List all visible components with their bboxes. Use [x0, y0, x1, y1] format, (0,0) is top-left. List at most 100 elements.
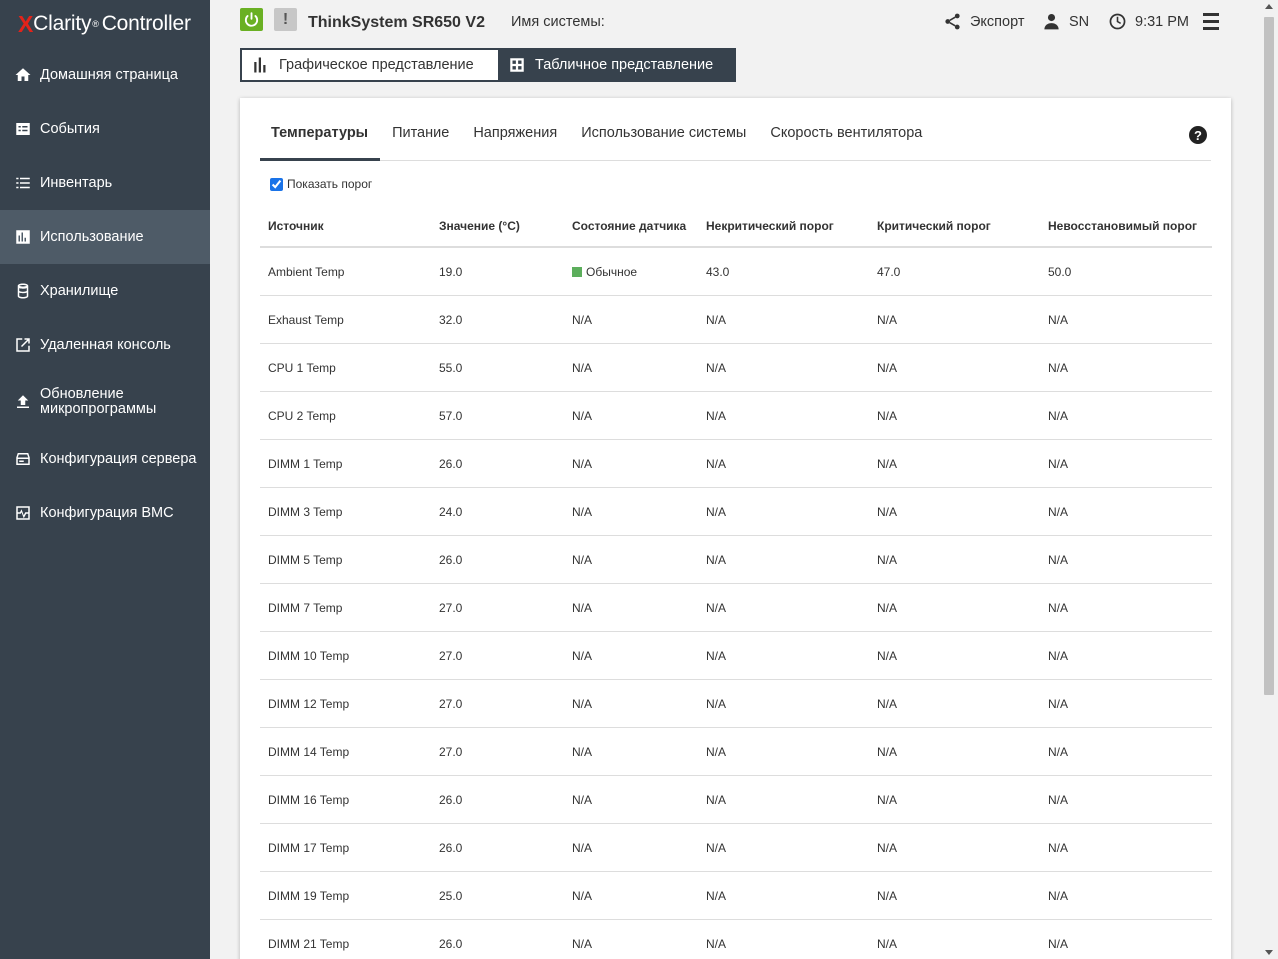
- cell-critical: N/A: [869, 409, 1040, 423]
- sidebar-item-label: Хранилище: [40, 282, 119, 299]
- sidebar-item-utilization[interactable]: Использование: [0, 210, 210, 264]
- table-header-row: Источник Значение (°C) Состояние датчика…: [260, 205, 1212, 248]
- tab-voltages[interactable]: Напряжения: [461, 116, 569, 161]
- sidebar-item-events[interactable]: События: [0, 102, 210, 156]
- table-row: Ambient Temp 19.0 Обычное 43.0 47.0 50.0: [260, 248, 1212, 296]
- cell-text: N/A: [706, 360, 727, 375]
- cell-text: 32.0: [439, 312, 463, 327]
- cell-text: N/A: [572, 792, 593, 807]
- cell-text: N/A: [706, 600, 727, 615]
- sidebar-item-server-config[interactable]: Конфигурация сервера: [0, 432, 210, 486]
- sidebar-nav: Домашняя страница События Инвентарь Испо…: [0, 48, 210, 540]
- table-row: DIMM 1 Temp 26.0 N/A N/A N/A N/A: [260, 440, 1212, 488]
- column-header-nonrecoverable[interactable]: Невосстановимый порог: [1040, 219, 1212, 233]
- help-icon[interactable]: ?: [1189, 126, 1207, 144]
- cell-text: N/A: [572, 360, 593, 375]
- scroll-down-arrow-icon[interactable]: [1265, 950, 1273, 955]
- cell-sensor-state: N/A: [564, 313, 698, 327]
- cell-noncritical: N/A: [698, 697, 869, 711]
- column-header-source[interactable]: Источник: [260, 219, 431, 233]
- show-threshold-option[interactable]: Показать порог: [270, 177, 372, 191]
- sidebar-item-label: Удаленная консоль: [40, 336, 171, 353]
- cell-text: N/A: [877, 696, 898, 711]
- cell-text: 57.0: [439, 408, 463, 423]
- logo-trademark: ®: [92, 19, 99, 29]
- table-row: CPU 1 Temp 55.0 N/A N/A N/A N/A: [260, 344, 1212, 392]
- xclarity-logo[interactable]: X Clarity ® Controller: [0, 0, 210, 48]
- table-row: DIMM 21 Temp 26.0 N/A N/A N/A N/A: [260, 920, 1212, 959]
- hamburger-menu-icon[interactable]: [1203, 13, 1219, 34]
- cell-value: 27.0: [431, 649, 564, 663]
- power-button[interactable]: [240, 8, 263, 31]
- scroll-thumb[interactable]: [1264, 17, 1274, 695]
- cell-text: N/A: [706, 648, 727, 663]
- graphic-view-button[interactable]: Графическое представление: [242, 50, 498, 80]
- table-row: DIMM 5 Temp 26.0 N/A N/A N/A N/A: [260, 536, 1212, 584]
- database-icon: [14, 282, 32, 300]
- cell-text: 27.0: [439, 600, 463, 615]
- cell-noncritical: 43.0: [698, 265, 869, 279]
- show-threshold-label: Показать порог: [287, 177, 373, 191]
- sidebar-item-home[interactable]: Домашняя страница: [0, 48, 210, 102]
- tab-power[interactable]: Питание: [380, 116, 461, 161]
- sidebar-item-firmware-update[interactable]: Обновление микропрограммы: [0, 372, 210, 432]
- cell-text: N/A: [1048, 792, 1069, 807]
- sidebar-item-remote-console[interactable]: Удаленная консоль: [0, 318, 210, 372]
- cell-source: DIMM 12 Temp: [260, 697, 431, 711]
- column-header-critical[interactable]: Критический порог: [869, 219, 1040, 233]
- cell-text: N/A: [706, 312, 727, 327]
- cell-critical: N/A: [869, 601, 1040, 615]
- cell-text: N/A: [1048, 696, 1069, 711]
- temperature-table: Источник Значение (°C) Состояние датчика…: [260, 205, 1212, 959]
- cell-value: 27.0: [431, 697, 564, 711]
- cell-noncritical: N/A: [698, 601, 869, 615]
- cell-nonrecoverable: N/A: [1040, 649, 1212, 663]
- cell-text: N/A: [706, 408, 727, 423]
- cell-critical: 47.0: [869, 265, 1040, 279]
- view-toggle: Графическое представление Табличное пред…: [240, 48, 736, 82]
- share-icon: [945, 13, 960, 30]
- cell-sensor-state: N/A: [564, 457, 698, 471]
- cell-text: DIMM 10 Temp: [268, 648, 350, 663]
- export-button[interactable]: Экспорт: [943, 12, 1024, 31]
- tab-system-utilization[interactable]: Использование системы: [569, 116, 758, 161]
- cell-text: DIMM 12 Temp: [268, 696, 350, 711]
- cell-sensor-state: N/A: [564, 361, 698, 375]
- sidebar-item-bmc-config[interactable]: Конфигурация BMC: [0, 486, 210, 540]
- column-header-noncritical[interactable]: Некритический порог: [698, 219, 869, 233]
- utilization-card: Температуры Питание Напряжения Использов…: [240, 98, 1231, 959]
- scroll-up-arrow-icon[interactable]: [1265, 4, 1273, 9]
- user-menu[interactable]: SN: [1042, 12, 1089, 31]
- table-view-button[interactable]: Табличное представление: [498, 50, 734, 80]
- cell-text: N/A: [572, 312, 593, 327]
- table-row: DIMM 3 Temp 24.0 N/A N/A N/A N/A: [260, 488, 1212, 536]
- cell-value: 26.0: [431, 793, 564, 807]
- tab-temperatures[interactable]: Температуры: [260, 116, 381, 161]
- cell-sensor-state: N/A: [564, 745, 698, 759]
- cell-noncritical: N/A: [698, 361, 869, 375]
- list-icon: [14, 174, 32, 192]
- alert-button[interactable]: !: [274, 8, 297, 31]
- table-row: CPU 2 Temp 57.0 N/A N/A N/A N/A: [260, 392, 1212, 440]
- sidebar-item-storage[interactable]: Хранилище: [0, 264, 210, 318]
- sidebar-item-label: События: [40, 120, 100, 137]
- bar-chart-icon: [14, 228, 32, 246]
- show-threshold-checkbox[interactable]: [270, 177, 283, 191]
- cell-value: 24.0: [431, 505, 564, 519]
- cell-text: N/A: [1048, 552, 1069, 567]
- user-label: SN: [1069, 13, 1090, 30]
- tab-fan-speed[interactable]: Скорость вентилятора: [758, 116, 934, 161]
- cell-noncritical: N/A: [698, 409, 869, 423]
- cell-value: 26.0: [431, 457, 564, 471]
- cell-text: N/A: [1048, 456, 1069, 471]
- column-header-sensor-state[interactable]: Состояние датчика: [564, 219, 698, 233]
- cell-text: 26.0: [439, 792, 463, 807]
- system-model: ThinkSystem SR650 V2: [308, 14, 485, 31]
- column-header-value[interactable]: Значение (°C): [431, 219, 564, 233]
- cell-nonrecoverable: N/A: [1040, 505, 1212, 519]
- logo-controller: Controller: [101, 12, 191, 35]
- upload-icon: [14, 393, 32, 411]
- page-scrollbar[interactable]: [1260, 0, 1278, 959]
- cell-text: N/A: [706, 744, 727, 759]
- sidebar-item-inventory[interactable]: Инвентарь: [0, 156, 210, 210]
